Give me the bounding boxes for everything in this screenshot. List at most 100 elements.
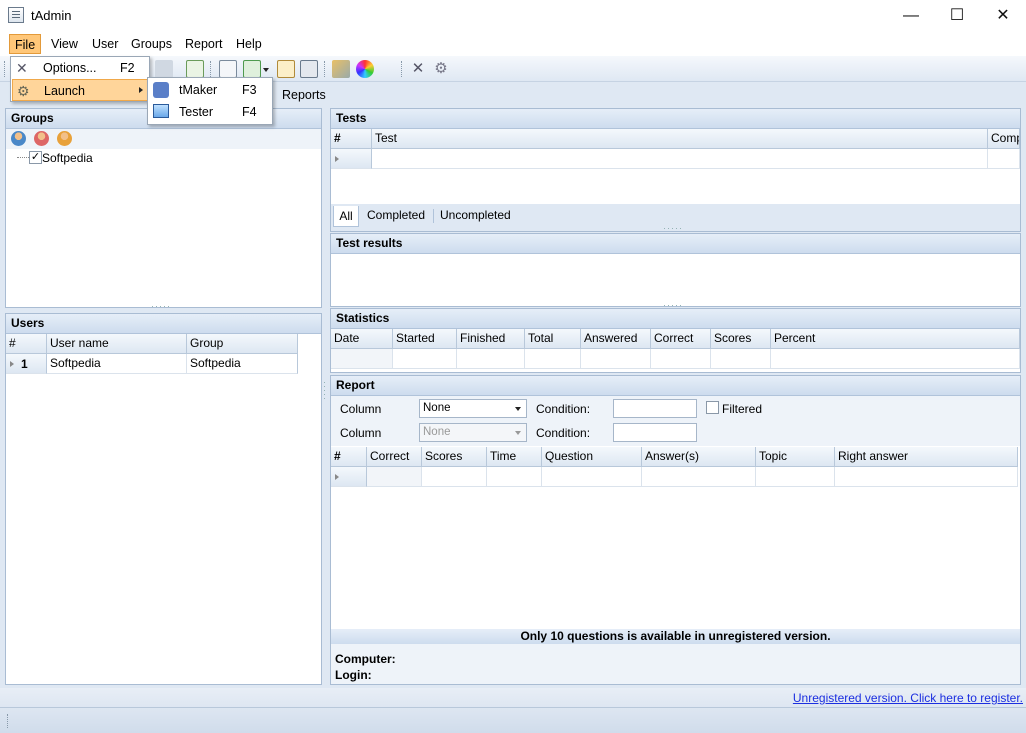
users-col-num[interactable]: # — [6, 334, 47, 354]
print-preview-icon[interactable] — [155, 60, 173, 78]
report-cell[interactable] — [422, 467, 487, 487]
condition-input[interactable] — [613, 399, 697, 418]
stats-cell[interactable] — [771, 349, 1020, 369]
stats-cell[interactable] — [525, 349, 581, 369]
report-col-question[interactable]: Question — [542, 447, 642, 467]
report-cell[interactable] — [756, 467, 835, 487]
tests-row-header[interactable] — [331, 149, 372, 169]
menu-view[interactable]: View — [46, 34, 83, 54]
menu-groups[interactable]: Groups — [126, 34, 177, 54]
menu-item-tester[interactable]: Tester F4 — [149, 101, 271, 123]
vertical-splitter-grip[interactable]: · · · · · — [323, 378, 327, 410]
tests-col-num[interactable]: # — [331, 129, 372, 149]
stats-cell[interactable] — [331, 349, 393, 369]
report-filters: Column None Condition: Filtered Column N… — [331, 396, 1020, 446]
stats-cell[interactable] — [457, 349, 525, 369]
condition-input-2[interactable] — [613, 423, 697, 442]
tab-reports[interactable]: Reports — [282, 88, 326, 102]
users-row-header[interactable]: 1 — [6, 354, 47, 374]
add-group-icon[interactable] — [11, 131, 26, 146]
edit-group-icon[interactable] — [57, 131, 72, 146]
group-checkbox[interactable]: ✓ — [29, 151, 42, 164]
tests-col-completed[interactable]: Comp — [988, 129, 1020, 149]
stats-cell[interactable] — [651, 349, 711, 369]
stats-cell[interactable] — [393, 349, 457, 369]
users-cell-name[interactable]: Softpedia — [47, 354, 187, 374]
menu-item-tmaker[interactable]: tMaker F3 — [149, 79, 271, 101]
users-col-name[interactable]: User name — [47, 334, 187, 354]
report-col-topic[interactable]: Topic — [756, 447, 835, 467]
menu-item-launch[interactable]: ⚙ Launch — [12, 79, 148, 101]
stats-col-answered[interactable]: Answered — [581, 329, 651, 349]
export-dropdown-icon[interactable] — [263, 68, 269, 72]
tests-cell-completed[interactable] — [988, 149, 1020, 169]
splitter-grip[interactable]: ····· — [658, 224, 688, 233]
report-col-num[interactable]: # — [331, 447, 367, 467]
app-icon — [8, 7, 24, 23]
stats-col-total[interactable]: Total — [525, 329, 581, 349]
group-tree-item[interactable]: Softpedia — [42, 151, 93, 165]
delete-group-icon[interactable] — [34, 131, 49, 146]
tests-cell-test[interactable] — [372, 149, 988, 169]
launch-icon: ⚙ — [17, 83, 30, 99]
report-col-time[interactable]: Time — [487, 447, 542, 467]
edit-icon[interactable] — [277, 60, 295, 78]
toolbar-separator — [210, 61, 211, 77]
toolbar-separator — [401, 61, 402, 77]
title-bar: tAdmin — ☐ ✕ — [0, 0, 1026, 31]
menu-file[interactable]: File — [9, 34, 42, 54]
report-col-right-answer[interactable]: Right answer — [835, 447, 1018, 467]
minimize-button[interactable]: — — [888, 0, 934, 31]
tab-uncompleted[interactable]: Uncompleted — [440, 208, 511, 222]
splitter-grip[interactable]: ····· — [146, 302, 176, 311]
printer-icon[interactable] — [300, 60, 318, 78]
menu-item-options[interactable]: ✕ Options... F2 — [12, 57, 148, 79]
report-col-scores[interactable]: Scores — [422, 447, 487, 467]
submenu-arrow-icon — [139, 87, 143, 93]
stats-col-scores[interactable]: Scores — [711, 329, 771, 349]
report-row-header[interactable] — [331, 467, 367, 487]
report-cell[interactable] — [542, 467, 642, 487]
stats-col-started[interactable]: Started — [393, 329, 457, 349]
report-cell[interactable] — [642, 467, 756, 487]
close-button[interactable]: ✕ — [980, 0, 1026, 31]
color-wheel-icon[interactable] — [356, 60, 374, 78]
filtered-checkbox[interactable] — [706, 401, 719, 414]
stats-col-finished[interactable]: Finished — [457, 329, 525, 349]
column-select-value: None — [423, 402, 451, 414]
refresh-icon[interactable] — [186, 60, 204, 78]
export-icon[interactable] — [243, 60, 261, 78]
tools-icon[interactable] — [332, 60, 350, 78]
computer-label: Computer: — [335, 652, 396, 666]
stats-col-percent[interactable]: Percent — [771, 329, 1020, 349]
users-col-group[interactable]: Group — [187, 334, 298, 354]
stats-col-date[interactable]: Date — [331, 329, 393, 349]
tester-icon — [153, 104, 169, 118]
report-cell[interactable] — [487, 467, 542, 487]
stats-col-correct[interactable]: Correct — [651, 329, 711, 349]
stats-cell[interactable] — [711, 349, 771, 369]
report-col-correct[interactable]: Correct — [367, 447, 422, 467]
register-link[interactable]: Unregistered version. Click here to regi… — [793, 691, 1023, 705]
column-select-2: None — [419, 423, 527, 442]
tab-completed[interactable]: Completed — [367, 208, 425, 222]
menu-report[interactable]: Report — [180, 34, 228, 54]
gears-icon[interactable]: ⚙ — [432, 60, 450, 78]
menu-user[interactable]: User — [87, 34, 123, 54]
settings-tools-icon[interactable]: ✕ — [409, 60, 427, 78]
report-cell[interactable] — [367, 467, 422, 487]
stats-cell[interactable] — [581, 349, 651, 369]
report-col-answers[interactable]: Answer(s) — [642, 447, 756, 467]
users-cell-group[interactable]: Softpedia — [187, 354, 298, 374]
test-results-header: Test results — [331, 234, 1020, 254]
menu-help[interactable]: Help — [231, 34, 267, 54]
launch-submenu: tMaker F3 Tester F4 — [147, 77, 273, 125]
column-select[interactable]: None — [419, 399, 527, 418]
document-icon[interactable] — [219, 60, 237, 78]
report-cell[interactable] — [835, 467, 1018, 487]
menu-item-tester-shortcut: F4 — [242, 105, 257, 119]
tests-col-test[interactable]: Test — [372, 129, 988, 149]
maximize-button[interactable]: ☐ — [934, 0, 980, 31]
tab-all[interactable]: All — [333, 206, 359, 227]
menu-item-tester-label: Tester — [179, 105, 214, 119]
